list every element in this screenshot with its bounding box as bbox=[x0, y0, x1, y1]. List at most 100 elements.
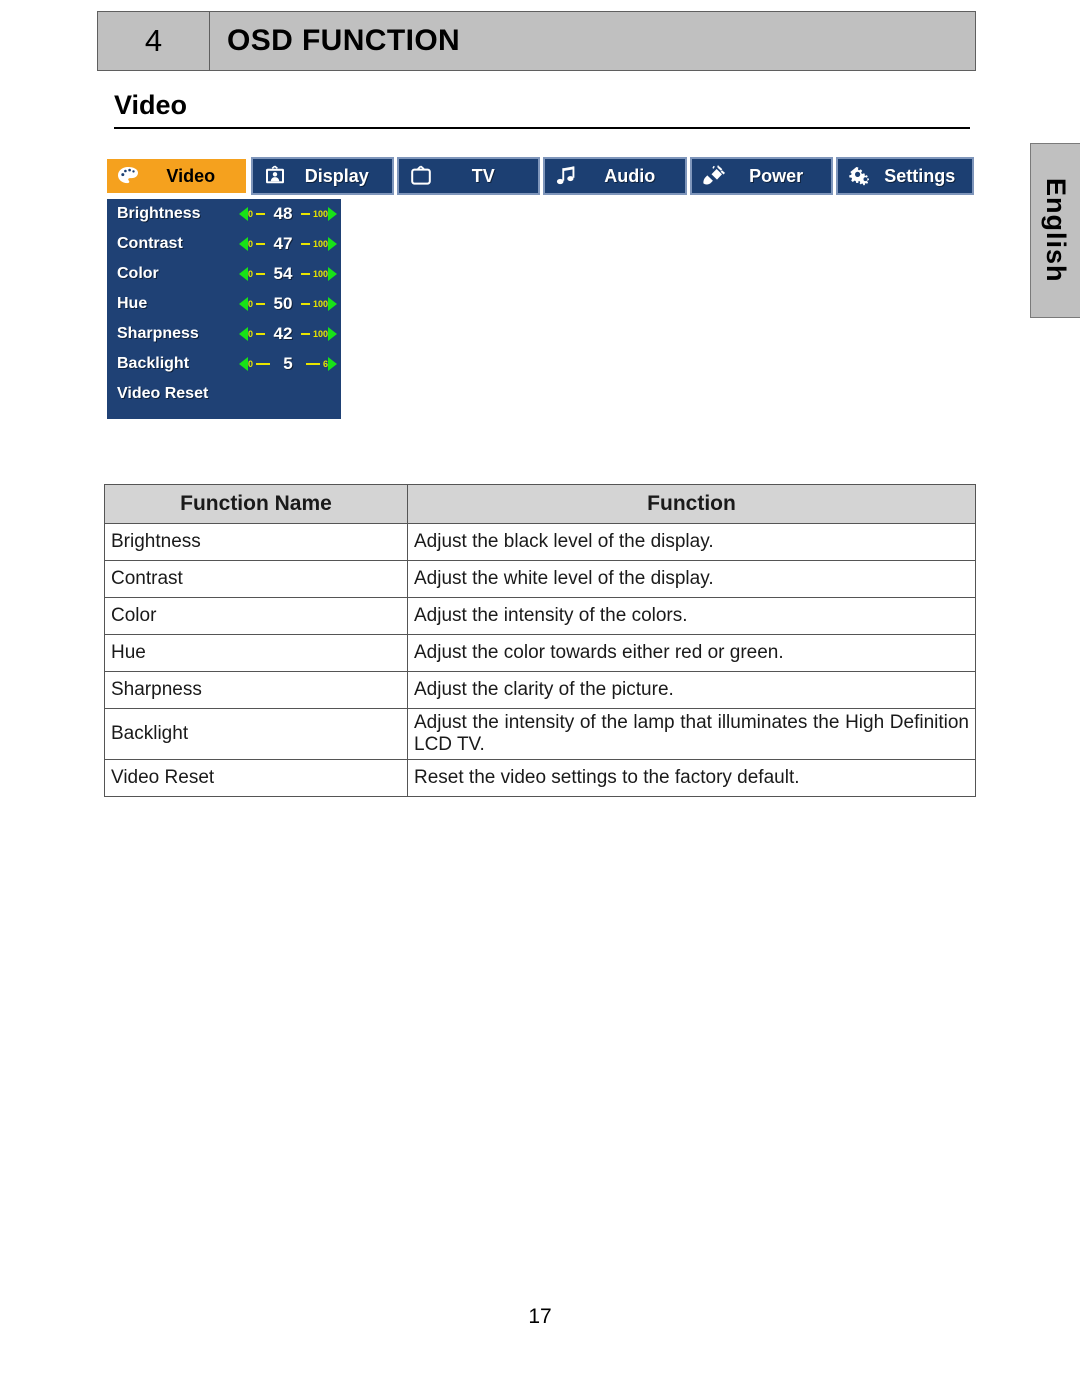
palette-icon bbox=[116, 164, 142, 188]
page-number: 17 bbox=[528, 1305, 552, 1328]
cell-function-description: Reset the video settings to the factory … bbox=[407, 759, 976, 797]
cell-function-description: Adjust the intensity of the lamp that il… bbox=[407, 708, 976, 760]
page-title: Video bbox=[114, 90, 188, 120]
osd-tab-label: Settings bbox=[884, 165, 956, 186]
cell-function-name: Sharpness bbox=[104, 671, 408, 709]
osd-menu-item-hue[interactable]: Hue 0 50 100 bbox=[107, 289, 341, 319]
arrow-right-icon[interactable] bbox=[328, 357, 337, 371]
osd-menu-item-label: Contrast bbox=[117, 235, 183, 252]
osd-menu-item-sharpness[interactable]: Sharpness 0 42 100 bbox=[107, 319, 341, 349]
brightness-slider[interactable]: 0 48 100 bbox=[239, 204, 341, 224]
osd-menu-item-contrast[interactable]: Contrast 0 47 100 bbox=[107, 229, 341, 259]
table-row: Backlight Adjust the intensity of the la… bbox=[104, 708, 976, 760]
plug-icon bbox=[701, 164, 727, 188]
language-tab-label: English bbox=[1041, 178, 1071, 283]
slider-track-right bbox=[306, 363, 320, 365]
backlight-slider[interactable]: 0 5 6 bbox=[239, 354, 341, 374]
arrow-left-icon[interactable] bbox=[239, 357, 248, 371]
osd-menu-item-backlight[interactable]: Backlight 0 5 6 bbox=[107, 349, 341, 379]
arrow-right-icon[interactable] bbox=[328, 297, 338, 311]
chapter-header-bar: 4 OSD FUNCTION bbox=[97, 11, 976, 71]
table-row: Sharpness Adjust the clarity of the pict… bbox=[104, 671, 976, 709]
osd-menu-item-color[interactable]: Color 0 54 100 bbox=[107, 259, 341, 289]
monitor-icon bbox=[262, 164, 288, 188]
gears-icon bbox=[847, 164, 873, 188]
hue-slider[interactable]: 0 50 100 bbox=[239, 294, 341, 314]
slider-min-label: 0 bbox=[248, 208, 254, 219]
arrow-left-icon[interactable] bbox=[239, 207, 248, 221]
osd-menu-item-label: Backlight bbox=[117, 355, 190, 372]
music-note-icon bbox=[554, 164, 580, 188]
arrow-left-icon[interactable] bbox=[239, 267, 248, 281]
slider-track-left bbox=[256, 243, 265, 245]
color-slider[interactable]: 0 54 100 bbox=[239, 264, 341, 284]
osd-menu-item-label: Brightness bbox=[117, 205, 201, 222]
arrow-left-icon[interactable] bbox=[239, 327, 248, 341]
table-header-row: Function Name Function bbox=[104, 484, 976, 524]
osd-tab-label: Power bbox=[749, 165, 804, 186]
slider-value: 42 bbox=[273, 324, 293, 343]
slider-min-label: 0 bbox=[248, 268, 254, 279]
column-header-function-name: Function Name bbox=[104, 484, 408, 524]
column-header-function: Function bbox=[407, 484, 976, 524]
chapter-title: OSD FUNCTION bbox=[227, 24, 461, 57]
sharpness-slider[interactable]: 0 42 100 bbox=[239, 324, 341, 344]
osd-menu-item-label: Color bbox=[117, 265, 159, 282]
slider-min-label: 0 bbox=[248, 238, 254, 249]
table-row: Brightness Adjust the black level of the… bbox=[104, 523, 976, 561]
osd-menu-item-brightness[interactable]: Brightness 0 48 100 bbox=[107, 199, 341, 229]
language-tab: English bbox=[1030, 143, 1080, 318]
arrow-right-icon[interactable] bbox=[328, 237, 338, 251]
table-row: Hue Adjust the color towards either red … bbox=[104, 634, 976, 672]
osd-tab-power[interactable]: Power bbox=[689, 157, 834, 195]
slider-max-label: 100 bbox=[312, 238, 329, 249]
cell-function-name: Hue bbox=[104, 634, 408, 672]
osd-tab-settings[interactable]: Settings bbox=[836, 157, 974, 195]
table-row: Video Reset Reset the video settings to … bbox=[104, 759, 976, 797]
cell-function-name: Backlight bbox=[104, 708, 408, 760]
slider-track-left bbox=[256, 273, 265, 275]
cell-function-description: Adjust the clarity of the picture. bbox=[407, 671, 976, 709]
slider-value: 50 bbox=[273, 294, 293, 313]
slider-track-right bbox=[301, 243, 310, 245]
cell-function-name: Contrast bbox=[104, 560, 408, 598]
slider-track-left bbox=[256, 303, 265, 305]
osd-tab-label: TV bbox=[471, 165, 495, 186]
osd-tab-audio[interactable]: Audio bbox=[543, 157, 687, 195]
contrast-slider[interactable]: 0 47 100 bbox=[239, 234, 341, 254]
slider-value: 54 bbox=[273, 264, 293, 283]
osd-tab-display[interactable]: Display bbox=[250, 157, 394, 195]
osd-screenshot: Video Display TV Audio Power Settings Br… bbox=[105, 157, 974, 420]
osd-tab-label: Video bbox=[166, 165, 216, 186]
osd-menu-item-video-reset[interactable]: Video Reset bbox=[107, 379, 341, 409]
arrow-left-icon[interactable] bbox=[239, 297, 248, 311]
slider-max-label: 100 bbox=[312, 328, 329, 339]
osd-menu-panel: Brightness 0 48 100 Contrast 0 47 100 Co… bbox=[107, 199, 341, 419]
section-divider bbox=[114, 127, 970, 129]
slider-track-left bbox=[256, 363, 270, 365]
table-row: Contrast Adjust the white level of the d… bbox=[104, 560, 976, 598]
osd-menu-item-label: Sharpness bbox=[117, 325, 199, 342]
slider-value: 5 bbox=[283, 354, 293, 373]
osd-tab-video[interactable]: Video bbox=[105, 157, 248, 195]
arrow-right-icon[interactable] bbox=[328, 327, 338, 341]
osd-tab-label: Display bbox=[304, 165, 369, 186]
cell-function-description: Adjust the black level of the display. bbox=[407, 523, 976, 561]
slider-value: 47 bbox=[273, 234, 293, 253]
arrow-left-icon[interactable] bbox=[239, 237, 248, 251]
cell-function-name: Brightness bbox=[104, 523, 408, 561]
slider-value: 48 bbox=[273, 204, 293, 223]
slider-track-left bbox=[256, 213, 265, 215]
slider-min-label: 0 bbox=[248, 328, 254, 339]
table-row: Color Adjust the intensity of the colors… bbox=[104, 597, 976, 635]
arrow-right-icon[interactable] bbox=[328, 207, 338, 221]
osd-tab-tv[interactable]: TV bbox=[396, 157, 541, 195]
osd-menu-item-label: Video Reset bbox=[117, 385, 209, 402]
osd-menu-item-label: Hue bbox=[117, 295, 148, 312]
osd-tab-label: Audio bbox=[604, 165, 656, 186]
cell-function-description: Adjust the color towards either red or g… bbox=[407, 634, 976, 672]
slider-track-left bbox=[256, 333, 265, 335]
slider-max-label: 100 bbox=[312, 298, 329, 309]
arrow-right-icon[interactable] bbox=[328, 267, 338, 281]
cell-function-name: Video Reset bbox=[104, 759, 408, 797]
